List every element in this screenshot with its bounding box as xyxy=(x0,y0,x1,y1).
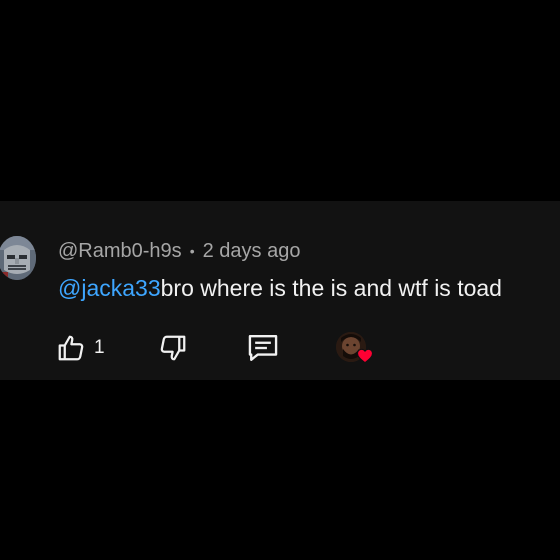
like-button[interactable]: 1 xyxy=(56,331,105,365)
thumbs-down-icon xyxy=(160,335,186,361)
comment-timestamp[interactable]: 2 days ago xyxy=(203,240,301,263)
mention-link[interactable]: @jacka33 xyxy=(58,275,161,301)
meta-separator: • xyxy=(189,243,195,259)
author-avatar[interactable] xyxy=(0,236,36,280)
masked-face-avatar-icon xyxy=(0,236,36,280)
author-name[interactable]: @Ramb0-h9s xyxy=(58,240,182,263)
reply-button[interactable] xyxy=(246,331,280,365)
comment-meta: @Ramb0-h9s • 2 days ago xyxy=(58,238,300,264)
page: @Ramb0-h9s • 2 days ago @jacka33bro wher… xyxy=(0,0,560,560)
comment-text: @jacka33bro where is the is and wtf is t… xyxy=(58,273,502,303)
like-count: 1 xyxy=(94,337,105,358)
dislike-button[interactable] xyxy=(158,331,188,365)
heart-icon xyxy=(356,348,374,364)
comment-body: bro where is the is and wtf is toad xyxy=(160,275,502,301)
creator-heart xyxy=(336,332,376,368)
comment-card: @Ramb0-h9s • 2 days ago @jacka33bro wher… xyxy=(0,201,560,380)
thumbs-up-icon xyxy=(58,335,84,361)
reply-icon xyxy=(248,335,278,361)
